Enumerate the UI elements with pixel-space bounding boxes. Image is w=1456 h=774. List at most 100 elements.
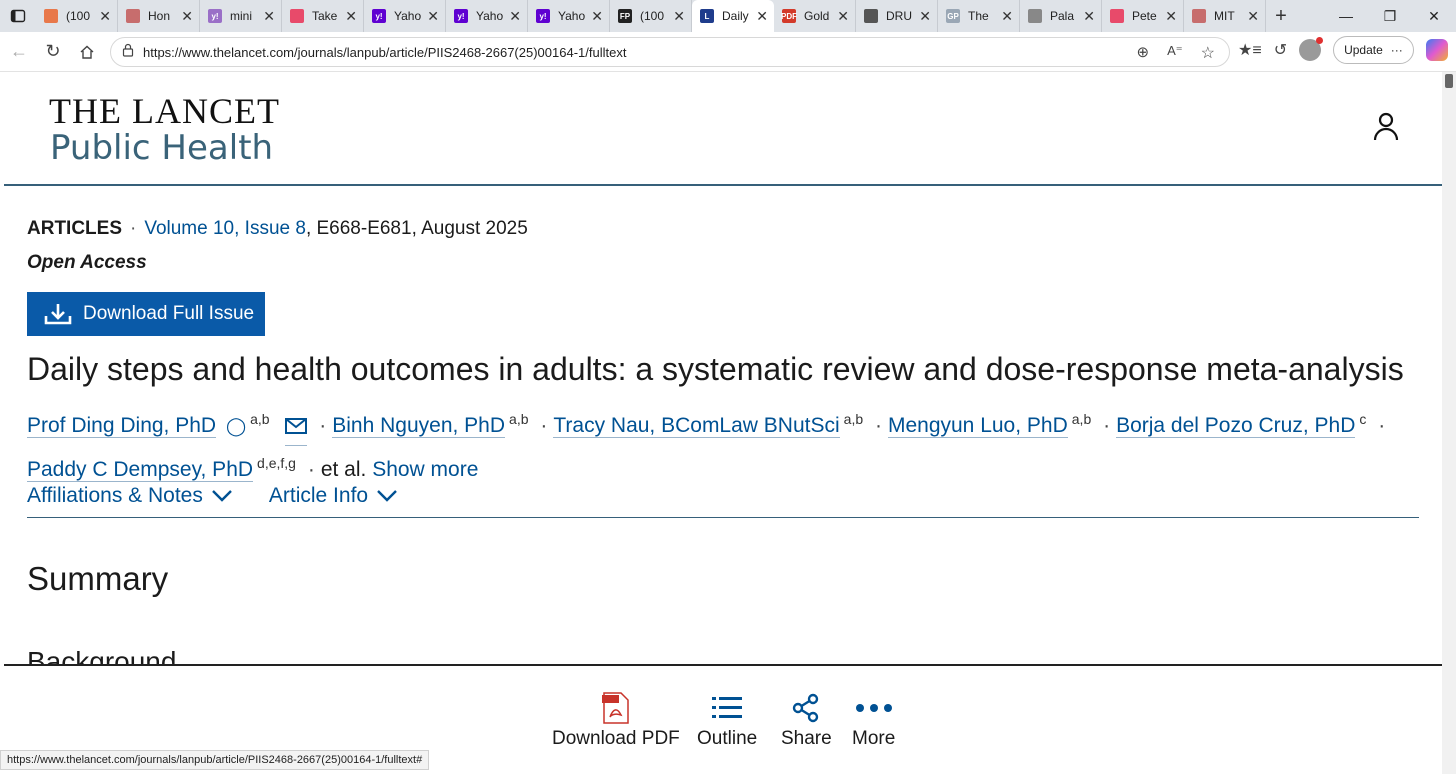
author-profile-icon[interactable]: ◯: [226, 416, 246, 436]
article-type: ARTICLES: [27, 218, 122, 239]
browser-tab[interactable]: (100 ✕: [36, 0, 118, 32]
author-link[interactable]: Mengyun Luo, PhD: [887, 414, 1068, 438]
tab-label: (100: [66, 9, 91, 23]
author-link[interactable]: Paddy C Dempsey, PhD: [27, 458, 254, 482]
tab-close-icon[interactable]: ✕: [837, 8, 849, 25]
summary-heading: Summary: [27, 560, 169, 597]
favorite-star-icon[interactable]: ☆: [1201, 43, 1215, 63]
tab-label: Yaho: [394, 9, 422, 23]
brand-subtitle[interactable]: Public Health: [50, 128, 273, 168]
brand-title[interactable]: THE LANCET: [49, 90, 280, 132]
tab-favicon-icon: L: [700, 9, 714, 23]
zoom-icon[interactable]: ⊕: [1137, 43, 1150, 63]
browser-tab[interactable]: y! Yaho ✕: [528, 0, 610, 32]
tab-close-icon[interactable]: ✕: [1001, 8, 1013, 25]
author-link[interactable]: Borja del Pozo Cruz, PhD: [1116, 414, 1356, 438]
profile-avatar[interactable]: [1299, 37, 1324, 61]
share-button[interactable]: Share: [781, 688, 832, 750]
tab-favicon-icon: PDF: [781, 9, 797, 23]
new-tab-button[interactable]: +: [1266, 0, 1296, 32]
tab-favicon-icon: [290, 9, 304, 23]
tab-close-icon[interactable]: ✕: [427, 8, 439, 25]
url-text[interactable]: https://www.thelancet.com/journals/lanpu…: [143, 45, 626, 60]
section-divider: [27, 517, 1419, 518]
scrollbar[interactable]: [1442, 72, 1456, 774]
browser-tab[interactable]: DRU ✕: [856, 0, 938, 32]
show-more-link[interactable]: Show more: [372, 458, 478, 481]
tab-label: Pala: [1050, 9, 1075, 23]
browser-tab[interactable]: GP The ✕: [938, 0, 1020, 32]
download-full-issue-label: Download Full Issue: [83, 303, 255, 324]
user-account-icon[interactable]: [1373, 112, 1399, 147]
author-sup: a,b: [250, 411, 270, 427]
author-link[interactable]: Prof Ding Ding, PhD: [27, 414, 217, 438]
article-info-toggle[interactable]: Article Info: [269, 484, 398, 508]
tab-close-icon[interactable]: ✕: [509, 8, 521, 25]
tab-close-icon[interactable]: ✕: [345, 8, 357, 25]
tab-close-icon[interactable]: ✕: [756, 8, 768, 25]
restore-icon[interactable]: ❐: [1368, 0, 1412, 32]
download-pdf-label: Download PDF: [552, 728, 680, 749]
article-meta: ARTICLES · Volume 10, Issue 8, E668-E681, …: [27, 218, 528, 239]
tab-favicon-icon: [1110, 9, 1124, 23]
browser-tab[interactable]: PDF Gold ✕: [774, 0, 856, 32]
tab-close-icon[interactable]: ✕: [673, 8, 685, 25]
browser-tab[interactable]: y! Yaho ✕: [364, 0, 446, 32]
minimize-icon[interactable]: —: [1324, 0, 1368, 32]
tab-favicon-icon: [1192, 9, 1206, 23]
tab-label: Take: [312, 9, 338, 23]
share-icon: [792, 688, 820, 728]
update-button[interactable]: Update ···: [1333, 36, 1414, 64]
read-aloud-icon[interactable]: A⁼: [1167, 43, 1183, 63]
pdf-icon: [601, 688, 631, 728]
share-label: Share: [781, 728, 832, 749]
tab-close-icon[interactable]: ✕: [1165, 8, 1177, 25]
scrollbar-thumb[interactable]: [1445, 74, 1453, 88]
affiliations-toggle[interactable]: Affiliations & Notes: [27, 484, 233, 508]
tab-favicon-icon: [44, 9, 58, 23]
browser-tab[interactable]: FP (100 ✕: [610, 0, 692, 32]
tab-close-icon[interactable]: ✕: [181, 8, 193, 25]
download-full-issue-button[interactable]: Download Full Issue: [27, 292, 265, 336]
tab-bar: (100 ✕ Hon ✕ y! mini ✕ Take ✕ y! Yaho ✕ y! Yaho ✕ y! Yah…: [0, 0, 1456, 32]
tab-close-icon[interactable]: ✕: [919, 8, 931, 25]
tab-favicon-icon: y!: [208, 9, 222, 23]
tab-label: mini: [230, 9, 253, 23]
history-icon[interactable]: ↺: [1274, 40, 1287, 60]
browser-tab[interactable]: y! mini ✕: [200, 0, 282, 32]
tab-close-icon[interactable]: ✕: [1083, 8, 1095, 25]
pages-date: , E668-E681, August 2025: [305, 218, 528, 239]
download-pdf-button[interactable]: Download PDF: [552, 688, 680, 750]
home-icon[interactable]: [70, 35, 104, 69]
browser-tab[interactable]: Take ✕: [282, 0, 364, 32]
address-bar[interactable]: https://www.thelancet.com/journals/lanpu…: [110, 37, 1230, 67]
header-divider: [4, 184, 1442, 186]
volume-link[interactable]: Volume 10, Issue 8: [144, 218, 306, 239]
lock-icon[interactable]: [121, 43, 135, 62]
tab-actions-icon[interactable]: [0, 0, 36, 32]
tab-close-icon[interactable]: ✕: [591, 8, 603, 25]
copilot-icon[interactable]: [1425, 39, 1448, 61]
tab-favicon-icon: y!: [454, 9, 468, 23]
tab-close-icon[interactable]: ✕: [99, 8, 111, 25]
close-window-icon[interactable]: ✕: [1412, 0, 1456, 32]
author-link[interactable]: Tracy Nau, BComLaw BNutSci: [553, 414, 840, 438]
tab-close-icon[interactable]: ✕: [1247, 8, 1259, 25]
browser-tab[interactable]: Pete ✕: [1102, 0, 1184, 32]
browser-tab[interactable]: y! Yaho ✕: [446, 0, 528, 32]
favorites-icon[interactable]: ★≡: [1238, 40, 1262, 60]
tab-label: Hon: [148, 9, 171, 23]
more-button[interactable]: More: [852, 688, 895, 750]
browser-tab[interactable]: Hon ✕: [118, 0, 200, 32]
refresh-icon[interactable]: ↻: [36, 35, 70, 69]
more-dots-icon: ···: [1390, 43, 1403, 57]
browser-tab[interactable]: MIT ✕: [1184, 0, 1266, 32]
email-icon[interactable]: [285, 411, 308, 446]
author-link[interactable]: Binh Nguyen, PhD: [332, 414, 506, 438]
status-bar-url: https://www.thelancet.com/journals/lanpu…: [0, 750, 430, 770]
browser-tab[interactable]: Pala ✕: [1020, 0, 1102, 32]
tab-close-icon[interactable]: ✕: [263, 8, 275, 25]
back-icon[interactable]: ←: [2, 35, 36, 69]
browser-tab[interactable]: L Daily ✕: [692, 0, 774, 32]
outline-button[interactable]: Outline: [697, 688, 757, 750]
